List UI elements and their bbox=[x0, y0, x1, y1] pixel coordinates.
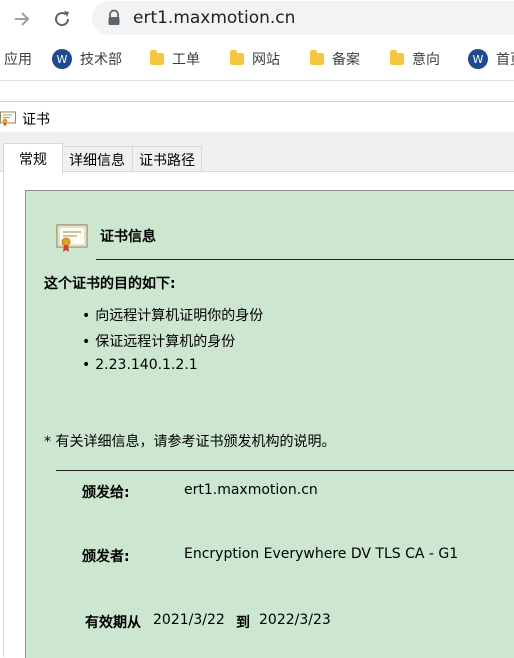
bookmark-apps[interactable]: 应用 bbox=[4, 46, 32, 72]
issued-by-label: 颁发者: bbox=[82, 549, 130, 565]
bookmark-label: 网站 bbox=[252, 52, 280, 68]
certificate-icon bbox=[56, 224, 88, 252]
tab-general[interactable]: 常规 bbox=[3, 143, 63, 174]
site-icon: W bbox=[52, 49, 72, 69]
url-text[interactable]: ert1.maxmotion.cn bbox=[133, 8, 295, 28]
bookmark-label: 技术部 bbox=[80, 52, 122, 68]
bookmark-label: 应用 bbox=[4, 52, 32, 68]
list-item: 保证远程计算机的身份 bbox=[82, 331, 263, 357]
tab-strip: 常规 详细信息 证书路径 bbox=[0, 132, 514, 174]
reload-icon bbox=[55, 11, 70, 27]
list-item: 向远程计算机证明你的身份 bbox=[82, 305, 263, 331]
reload-button[interactable] bbox=[49, 6, 75, 32]
dialog-title: 证书 bbox=[22, 112, 50, 128]
bookmark-sites[interactable]: 网站 bbox=[230, 46, 280, 72]
valid-to-value[interactable]: 2022/3/23 bbox=[259, 612, 331, 628]
toolbar-divider bbox=[0, 80, 514, 81]
valid-from-value[interactable]: 2021/3/22 bbox=[153, 612, 225, 628]
tab-details[interactable]: 详细信息 bbox=[61, 146, 133, 173]
bookmark-label: 首页 bbox=[496, 52, 514, 68]
tab-cert-path[interactable]: 证书路径 bbox=[132, 146, 202, 173]
issued-to-value[interactable]: ert1.maxmotion.cn bbox=[184, 482, 318, 498]
valid-from-label: 有效期从 bbox=[85, 615, 141, 631]
bookmark-home[interactable]: W 首页 bbox=[468, 46, 514, 72]
bookmark-label: 备案 bbox=[332, 52, 360, 68]
dialog-titlebar: 证书 bbox=[0, 102, 514, 132]
forward-button[interactable] bbox=[9, 6, 35, 32]
lock-icon[interactable] bbox=[106, 9, 122, 27]
bookmark-tech[interactable]: W 技术部 bbox=[52, 46, 122, 72]
site-icon: W bbox=[468, 49, 488, 69]
bookmark-label: 意向 bbox=[412, 52, 440, 68]
issued-by-value[interactable]: Encryption Everywhere DV TLS CA - G1 bbox=[184, 546, 458, 562]
browser-toolbar: ert1.maxmotion.cn bbox=[0, 0, 514, 38]
list-item: 2.23.140.1.2.1 bbox=[82, 357, 263, 383]
bookmark-intent[interactable]: 意向 bbox=[390, 46, 440, 72]
bookmarks-bar: 应用 W 技术部 工单 网站 备案 意向 W 首页 bbox=[0, 38, 514, 80]
section-divider bbox=[96, 259, 514, 260]
valid-to-label: 到 bbox=[236, 615, 250, 631]
folder-icon bbox=[390, 50, 404, 65]
certificate-info-box bbox=[25, 190, 514, 658]
folder-icon bbox=[150, 50, 164, 65]
purpose-heading: 这个证书的目的如下: bbox=[44, 276, 176, 292]
section-divider bbox=[56, 470, 514, 471]
bookmark-filing[interactable]: 备案 bbox=[310, 46, 360, 72]
issued-to-label: 颁发给: bbox=[82, 485, 130, 501]
certificate-icon bbox=[0, 111, 16, 126]
bookmark-label: 工单 bbox=[172, 52, 200, 68]
bookmark-tickets[interactable]: 工单 bbox=[150, 46, 200, 72]
section-title: 证书信息 bbox=[100, 229, 156, 245]
forward-arrow-icon bbox=[15, 12, 30, 26]
info-note: * 有关详细信息，请参考证书颁发机构的说明。 bbox=[44, 434, 336, 450]
panel-border bbox=[3, 171, 4, 657]
folder-icon bbox=[230, 50, 244, 65]
purpose-list: 向远程计算机证明你的身份 保证远程计算机的身份 2.23.140.1.2.1 bbox=[82, 305, 263, 383]
folder-icon bbox=[310, 50, 324, 65]
